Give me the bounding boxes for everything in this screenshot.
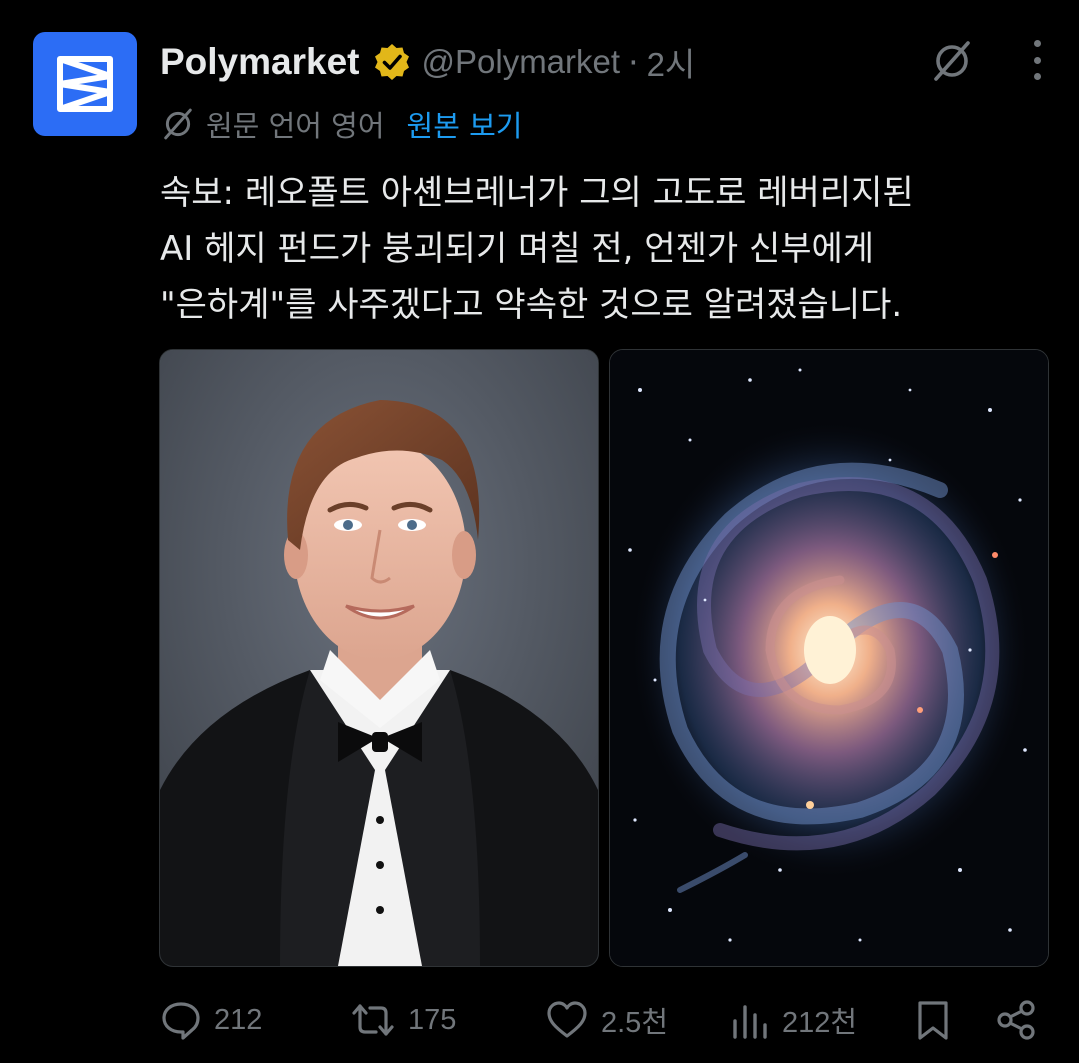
retweet-button[interactable]: 175 — [350, 999, 545, 1041]
views-icon — [733, 1005, 767, 1039]
portrait-photo — [160, 350, 598, 966]
avatar[interactable] — [33, 32, 137, 136]
retweet-icon — [352, 1004, 394, 1036]
reply-icon — [162, 1002, 200, 1040]
views-button[interactable]: 212천 — [730, 999, 915, 1041]
post-time[interactable]: 2시 — [647, 38, 696, 86]
like-count: 2.5천 — [601, 1007, 668, 1039]
separator-dot: · — [628, 42, 639, 82]
like-button[interactable]: 2.5천 — [545, 999, 730, 1041]
reply-button[interactable]: 212 — [160, 999, 350, 1041]
spiral-galaxy-photo — [610, 350, 1048, 966]
bookmark-icon — [918, 1001, 948, 1040]
gold-verified-badge-icon — [374, 44, 409, 80]
polymarket-logo-icon — [57, 56, 113, 112]
grok-small-icon — [164, 108, 192, 140]
retweet-count: 175 — [408, 1003, 457, 1036]
translation-label: 원문 언어 영어 — [206, 109, 385, 143]
media-portrait[interactable] — [159, 349, 599, 967]
more-options-icon[interactable] — [1030, 40, 1044, 80]
grok-icon[interactable] — [930, 39, 974, 83]
tweet-text-line: 속보: 레오폴트 아셴브레너가 그의 고도로 레버리지된 — [160, 173, 914, 213]
reply-count: 212 — [214, 1003, 263, 1036]
bookmark-button[interactable] — [915, 999, 995, 1041]
tweet-text-line: "은하계"를 사주겠다고 약속한 것으로 알려졌습니다. — [160, 285, 903, 325]
author-handle[interactable]: @Polymarket — [422, 43, 621, 81]
share-button[interactable] — [995, 999, 1049, 1041]
action-bar: 212 175 2.5천 212천 — [160, 995, 1049, 1045]
view-count: 212천 — [782, 1007, 858, 1039]
translation-row: 원문 언어 영어 원본 보기 — [160, 102, 522, 146]
like-icon — [547, 1001, 587, 1038]
media-galaxy[interactable] — [609, 349, 1049, 967]
author-name[interactable]: Polymarket — [160, 41, 360, 83]
share-icon — [997, 1000, 1035, 1040]
tweet-header: Polymarket @Polymarket · 2시 — [160, 38, 1059, 86]
tweet-text: 속보: 레오폴트 아셴브레너가 그의 고도로 레버리지된 AI 헤지 펀드가 붕… — [160, 165, 1040, 333]
show-original-link[interactable]: 원본 보기 — [407, 103, 523, 145]
tweet-text-line: AI 헤지 펀드가 붕괴되기 며칠 전, 언젠가 신부에게 — [160, 229, 875, 269]
